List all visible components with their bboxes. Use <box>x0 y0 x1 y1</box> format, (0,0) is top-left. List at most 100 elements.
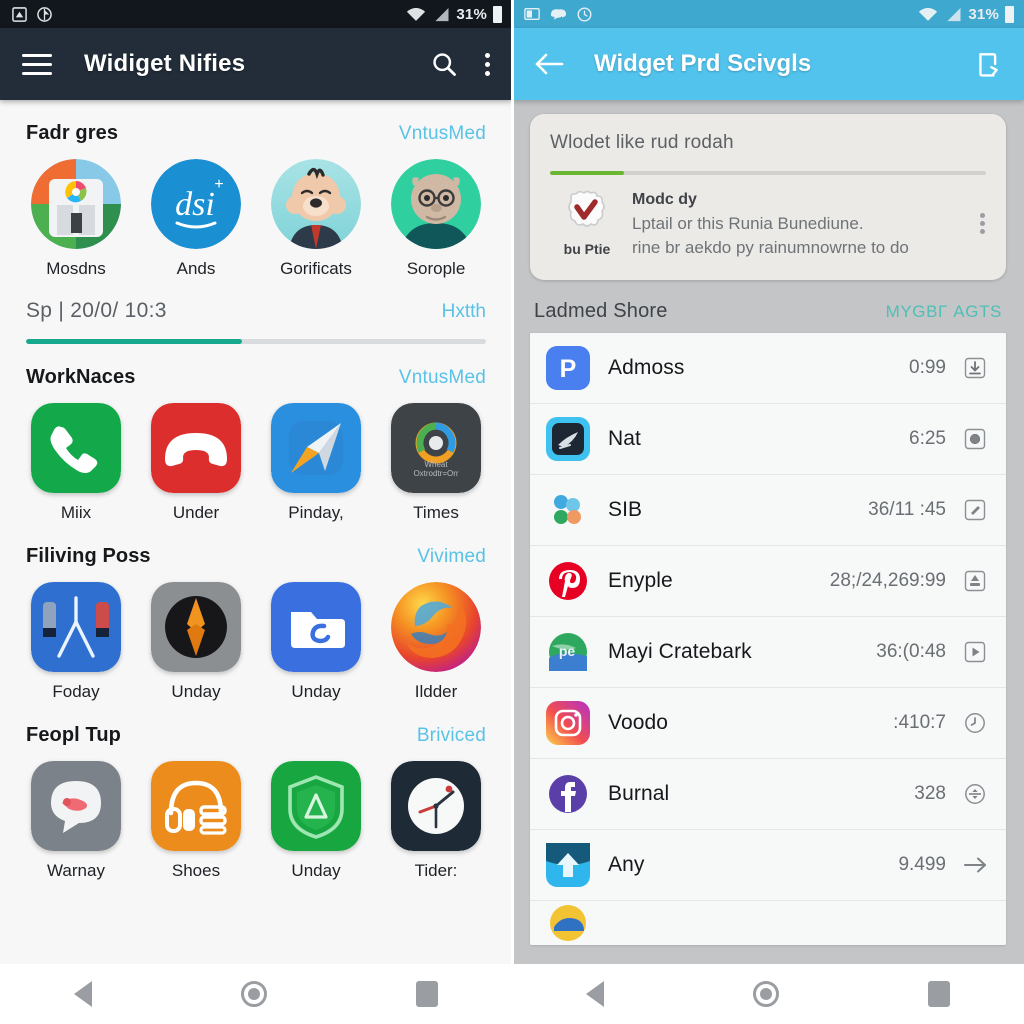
recents-icon[interactable] <box>928 981 950 1007</box>
section-action-link[interactable]: VntusMed <box>399 123 486 145</box>
hamburger-icon[interactable] <box>22 54 52 75</box>
section-header-1: WorkNaces VntusMed <box>0 344 512 389</box>
promo-card[interactable]: Wlodet like rud rodah bu Ptie Modc dy Lp… <box>530 114 1006 280</box>
left-status-right: 31% <box>406 6 502 23</box>
app-cell[interactable]: Under <box>136 403 256 523</box>
wifi-icon <box>918 7 938 22</box>
home-icon[interactable] <box>753 981 779 1007</box>
app-usage-list: P Admoss 0:99 Nat 6:25 SIB 36/11:45 Eny… <box>530 333 1006 945</box>
plane-icon <box>546 417 590 461</box>
promo-text: Modc dy Lptail or this Runia Bunediune. … <box>632 189 980 258</box>
partial-action-icon[interactable] <box>962 910 988 936</box>
nav-icon <box>37 7 52 22</box>
list-item[interactable]: Enyple 28;/24,269:99 <box>530 546 1006 617</box>
list-item-name: Mayi Cratebark <box>608 640 752 664</box>
back-icon[interactable] <box>74 981 92 1007</box>
app-grid-0: Mosdns dsi + Ands Gorificats Sorople <box>0 145 512 279</box>
list-item-name: SIB <box>608 498 642 522</box>
app-cell[interactable]: Pinday, <box>256 403 376 523</box>
app-grid-1: Miix Under Pinday, Wheat Oxtrodtr=Orr Ti… <box>0 389 512 523</box>
home-icon[interactable] <box>241 981 267 1007</box>
left-content-scroll[interactable]: Fadr gres VntusMed Mosdns dsi + Ands Gor… <box>0 100 512 1024</box>
list-item[interactable]: SIB 36/11 :45 <box>530 475 1006 546</box>
dsi-circle-icon: dsi + <box>151 159 241 249</box>
app-cell[interactable]: Mosdns <box>16 159 136 279</box>
app-label: Mosdns <box>46 259 106 279</box>
app-cell[interactable]: Ildder <box>376 582 496 702</box>
clock-icon <box>391 761 481 851</box>
list-item[interactable]: Burnal 328 <box>530 759 1006 830</box>
promo-line-2: rine br aekdo py rainumnowrne to do <box>632 238 980 258</box>
record-icon[interactable] <box>962 426 988 452</box>
download-icon[interactable] <box>962 355 988 381</box>
list-item-name: Voodo <box>608 711 668 735</box>
app-cell[interactable]: Foday <box>16 582 136 702</box>
app-cell[interactable]: Unday <box>256 582 376 702</box>
app-cell[interactable]: Unday <box>136 582 256 702</box>
search-icon[interactable] <box>430 50 458 78</box>
section-title: WorkNaces <box>26 366 135 389</box>
battery-icon <box>1005 6 1014 23</box>
app-cell[interactable]: Unday <box>256 761 376 881</box>
arrow-back-icon[interactable] <box>534 51 564 77</box>
list-action-link[interactable]: MYGBΓ AGTS <box>886 302 1002 322</box>
back-icon[interactable] <box>586 981 604 1007</box>
chat-icon <box>550 7 567 21</box>
list-item-name: Nat <box>608 427 641 451</box>
headphones-icon <box>151 761 241 851</box>
arrow-right-icon[interactable] <box>962 852 988 878</box>
svg-text:+: + <box>214 176 223 193</box>
edit-icon[interactable] <box>962 497 988 523</box>
right-phone-panel: 31% Widget Prd Scivgls Wlodet like rud r… <box>512 0 1024 1024</box>
section-action-link[interactable]: Briviced <box>417 725 486 747</box>
list-item[interactable]: P Admoss 0:99 <box>530 333 1006 404</box>
promo-body: bu Ptie Modc dy Lptail or this Runia Bun… <box>550 189 986 258</box>
history-icon[interactable] <box>962 710 988 736</box>
right-status-right: 31% <box>918 6 1014 23</box>
battery-icon <box>493 6 502 23</box>
promo-badge: bu Ptie <box>550 189 624 257</box>
app-cell[interactable]: Sorople <box>376 159 496 279</box>
app-cell[interactable]: Miix <box>16 403 136 523</box>
avatar-bear-icon <box>271 159 361 249</box>
app-label: Warnay <box>47 861 105 881</box>
progress-action-link[interactable]: Hxtth <box>442 301 486 323</box>
section-title: Fadr gres <box>26 122 118 145</box>
sync-icon[interactable] <box>962 781 988 807</box>
facebook-icon <box>546 772 590 816</box>
list-item[interactable]: Any 9.499 <box>530 830 1006 901</box>
list-item-name: Any <box>608 853 645 877</box>
left-app-bar: Widiget Nifies <box>0 28 512 100</box>
promo-progress-fill <box>550 171 624 175</box>
phone-icon <box>31 403 121 493</box>
app-label: Foday <box>52 682 99 702</box>
app-cell[interactable]: Warnay <box>16 761 136 881</box>
section-action-link[interactable]: VntusMed <box>399 367 486 389</box>
app-cell[interactable]: Gorificats <box>256 159 376 279</box>
app-cell[interactable]: Shoes <box>136 761 256 881</box>
list-item[interactable]: pe Mayi Cratebark 36:(0:48 <box>530 617 1006 688</box>
upload-app-icon <box>546 843 590 887</box>
app-cell[interactable]: Wheat Oxtrodtr=Orr Times <box>376 403 496 523</box>
list-item[interactable] <box>530 901 1006 945</box>
avatar-ogre-icon <box>391 159 481 249</box>
shield-icon <box>271 761 361 851</box>
wifi-icon <box>406 7 426 22</box>
list-item[interactable]: Voodo :410:7 <box>530 688 1006 759</box>
app-label: Unday <box>291 861 340 881</box>
photos-circle-icon <box>31 159 121 249</box>
folder-icon <box>271 582 361 672</box>
app-cell[interactable]: Tider: <box>376 761 496 881</box>
section-action-link[interactable]: Vivimed <box>417 546 486 568</box>
kebab-icon[interactable] <box>484 53 490 76</box>
rotate-device-icon[interactable] <box>974 50 1002 78</box>
upload-icon[interactable] <box>962 568 988 594</box>
app-cell[interactable]: dsi + Ands <box>136 159 256 279</box>
promo-title: Wlodet like rud rodah <box>550 132 986 154</box>
list-item[interactable]: Nat 6:25 <box>530 404 1006 475</box>
kebab-icon[interactable] <box>980 213 986 234</box>
progress-block: Sp | 20/0/ 10:3 Hxtth <box>0 279 512 344</box>
recents-icon[interactable] <box>416 981 438 1007</box>
right-content-scroll[interactable]: Wlodet like rud rodah bu Ptie Modc dy Lp… <box>512 100 1024 1024</box>
play-icon[interactable] <box>962 639 988 665</box>
